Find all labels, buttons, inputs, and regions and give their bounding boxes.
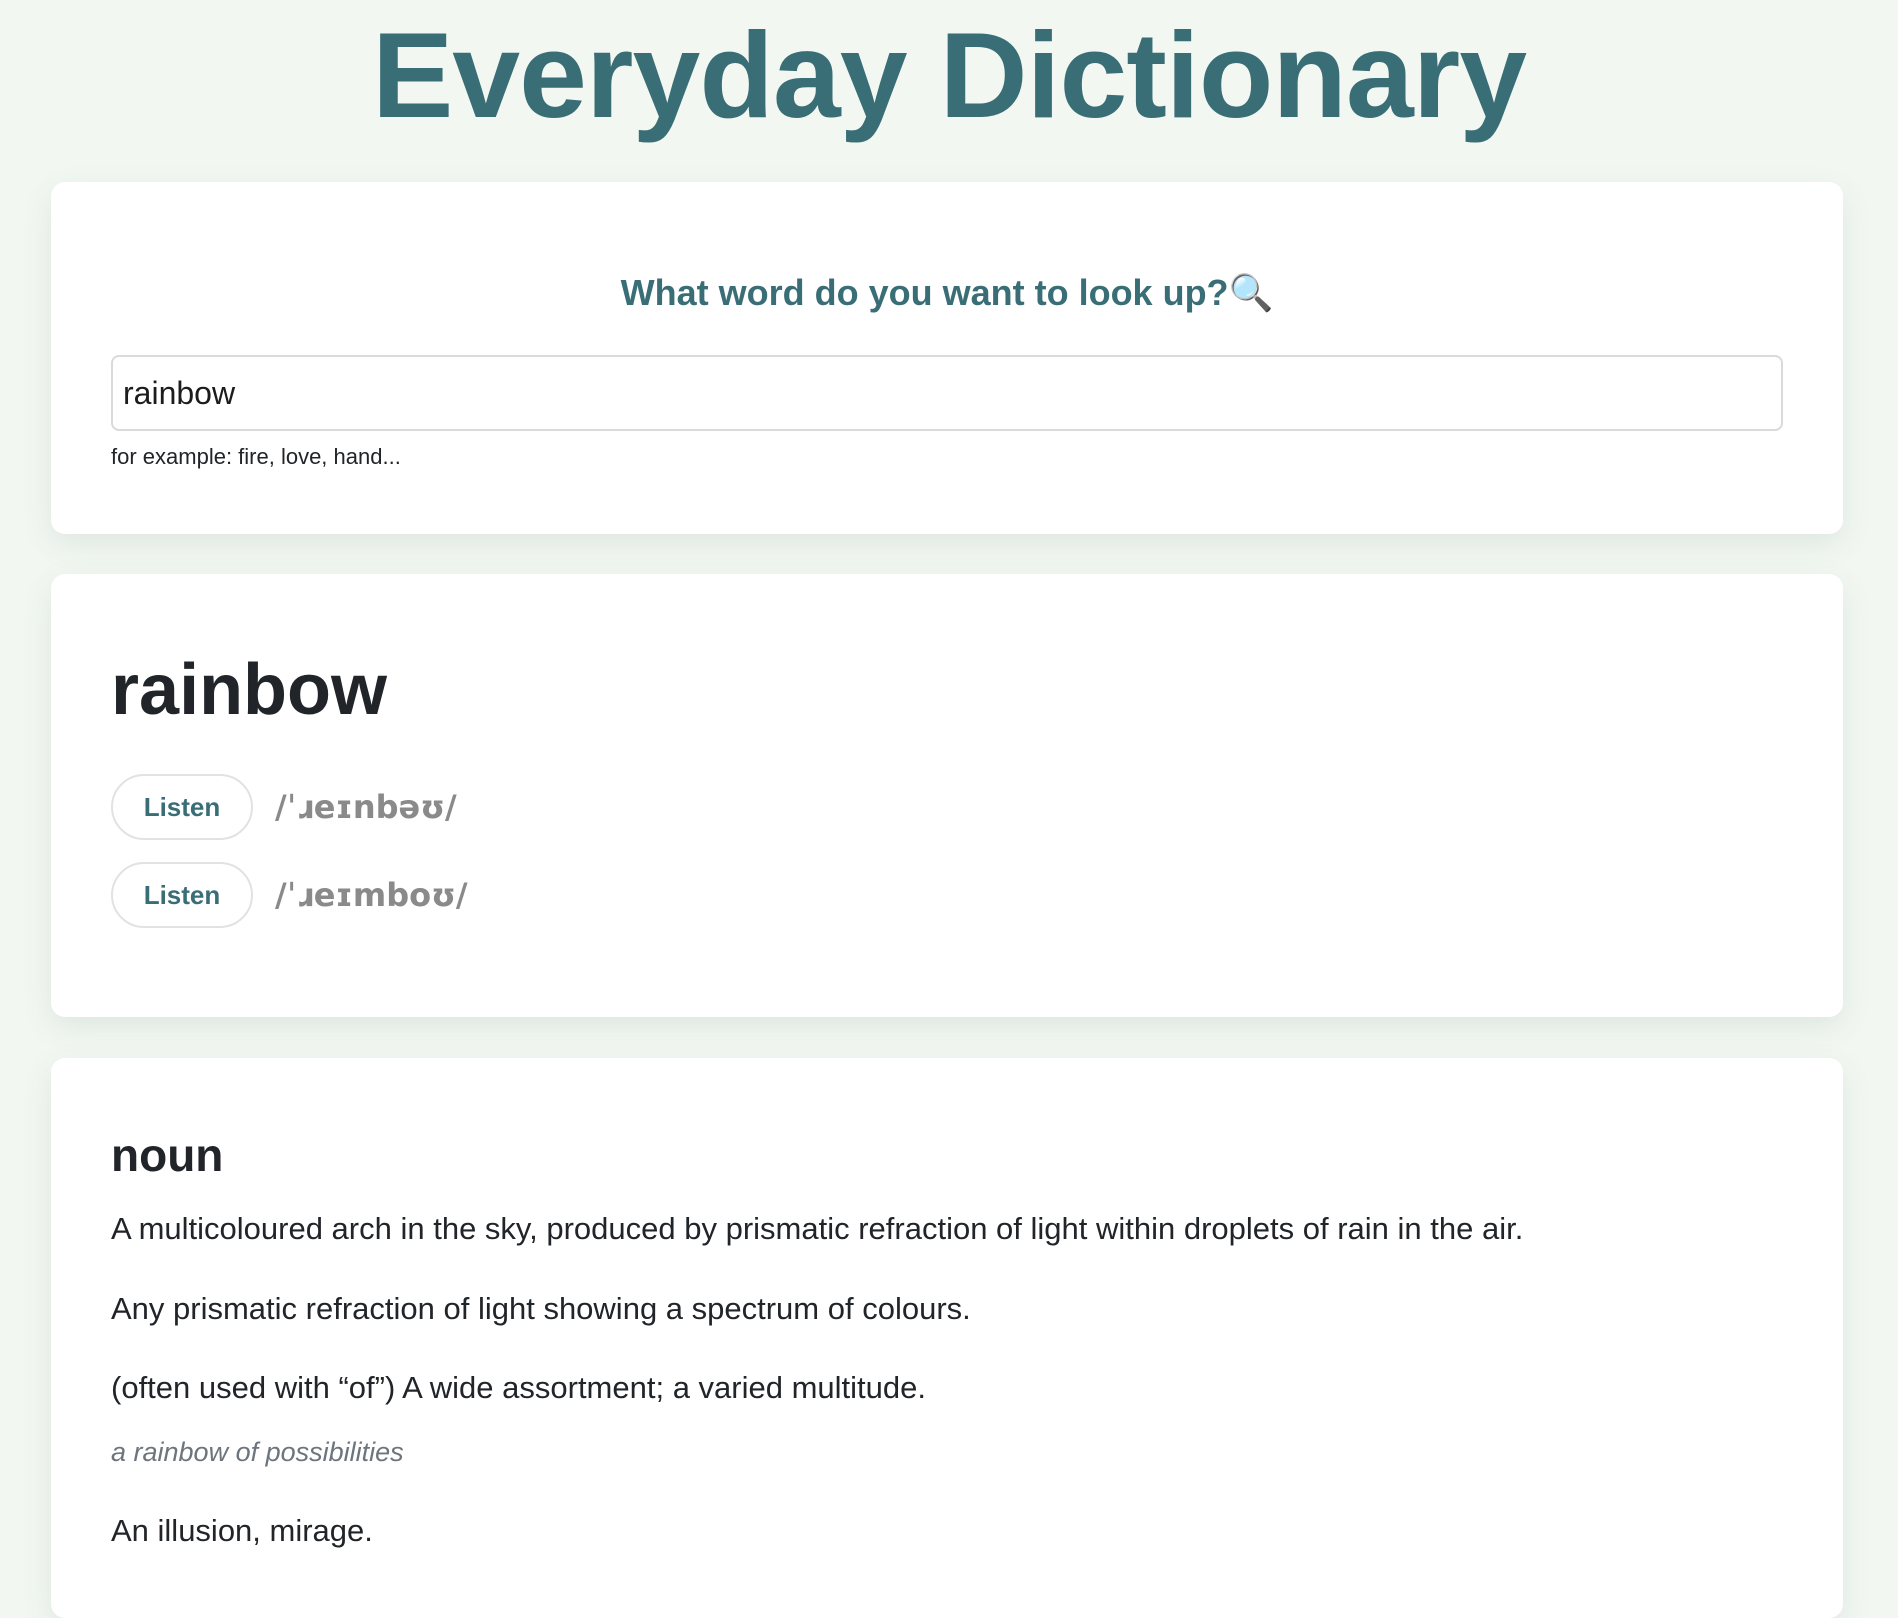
definition: Any prismatic refraction of light showin… <box>111 1291 971 1326</box>
listen-button[interactable]: Listen <box>111 862 253 928</box>
headword: rainbow <box>111 650 388 730</box>
search-heading: What word do you want to look up?🔍 <box>620 272 1274 313</box>
search-hint: for example: fire, love, hand... <box>111 444 401 469</box>
definition: A multicoloured arch in the sky, produce… <box>111 1211 1524 1246</box>
phonetic-row: Listen /ˈɹeɪmboʊ/ <box>111 862 468 928</box>
phonetic-text: /ˈɹeɪnbəʊ/ <box>275 788 457 826</box>
definition: An illusion, mirage. <box>111 1513 373 1548</box>
word-card: rainbow Listen /ˈɹeɪnbəʊ/ Listen /ˈɹeɪmb… <box>51 574 1843 1017</box>
phonetic-row: Listen /ˈɹeɪnbəʊ/ <box>111 774 457 840</box>
definition: (often used with “of”) A wide assortment… <box>111 1370 926 1405</box>
definition-example: a rainbow of possibilities <box>111 1437 404 1467</box>
meaning-card: noun A multicoloured arch in the sky, pr… <box>51 1058 1843 1618</box>
app-title: Everyday Dictionary <box>371 7 1527 143</box>
part-of-speech: noun <box>111 1129 224 1181</box>
phonetic-text: /ˈɹeɪmboʊ/ <box>275 876 468 914</box>
search-card: What word do you want to look up?🔍 for e… <box>51 182 1843 534</box>
search-input[interactable] <box>111 355 1783 431</box>
listen-button[interactable]: Listen <box>111 774 253 840</box>
